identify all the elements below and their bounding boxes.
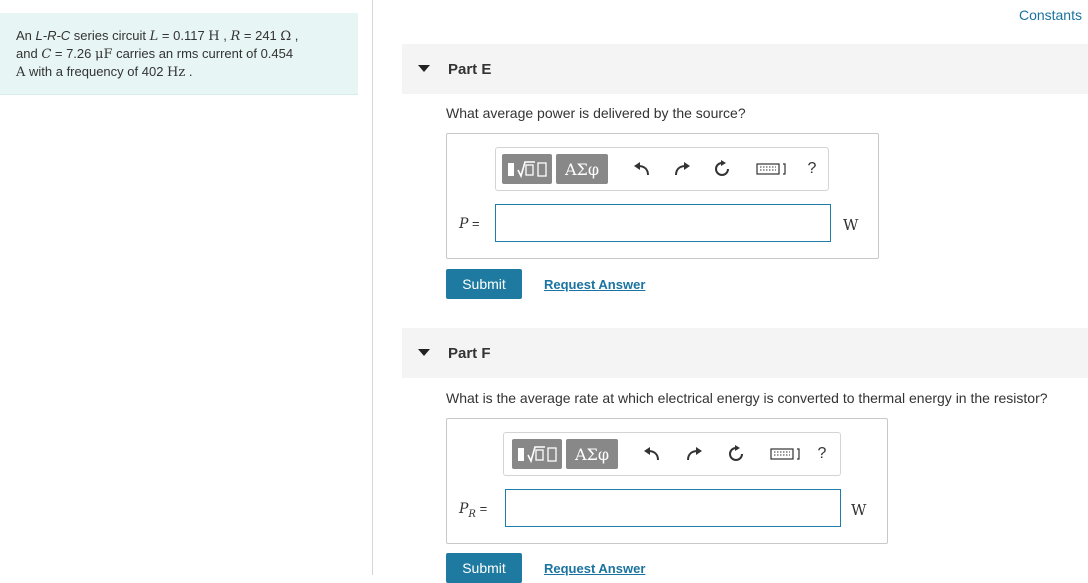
problem-line-2: and C = 7.26 μF carries an rms current o… bbox=[16, 46, 294, 62]
reset-icon[interactable] bbox=[724, 442, 748, 466]
part-e-math-toolbar: ΑΣφ ? bbox=[495, 147, 829, 191]
part-e-answer-input[interactable] bbox=[495, 204, 831, 242]
template-icon bbox=[508, 161, 547, 179]
undo-icon[interactable] bbox=[630, 157, 654, 181]
template-button[interactable] bbox=[512, 439, 562, 469]
panel-divider bbox=[372, 0, 373, 575]
help-icon[interactable]: ? bbox=[810, 442, 834, 466]
part-f-variable-label: PR = bbox=[459, 501, 488, 520]
part-e-question: What average power is delivered by the s… bbox=[446, 105, 746, 121]
part-e-answer-box: ΑΣφ ? P = W bbox=[446, 133, 879, 259]
redo-icon[interactable] bbox=[670, 157, 694, 181]
collapse-triangle-icon[interactable] bbox=[418, 349, 430, 356]
part-f-answer-input[interactable] bbox=[505, 489, 841, 527]
circuit-type: L-R-C bbox=[35, 28, 71, 43]
collapse-triangle-icon[interactable] bbox=[418, 65, 430, 72]
problem-line-1: An L-R-C series circuit L = 0.117 H , R … bbox=[16, 28, 299, 44]
greek-symbols-button[interactable]: ΑΣφ bbox=[566, 439, 618, 469]
reset-icon[interactable] bbox=[710, 157, 734, 181]
part-e-title: Part E bbox=[448, 61, 492, 78]
help-icon[interactable]: ? bbox=[800, 157, 824, 181]
part-f-answer-box: ΑΣφ ? PR = W bbox=[446, 418, 888, 544]
greek-symbols-button[interactable]: ΑΣφ bbox=[556, 154, 608, 184]
part-f-header[interactable]: Part F bbox=[402, 328, 1088, 378]
part-e-request-answer-link[interactable]: Request Answer bbox=[544, 277, 645, 292]
part-f-math-toolbar: ΑΣφ ? bbox=[503, 432, 841, 476]
problem-statement: An L-R-C series circuit L = 0.117 H , R … bbox=[0, 13, 358, 95]
problem-line-3: A with a frequency of 402 Hz . bbox=[16, 64, 193, 80]
part-e-variable-label: P = bbox=[459, 216, 480, 232]
part-f-unit: W bbox=[851, 501, 867, 519]
part-f-submit-button[interactable]: Submit bbox=[446, 553, 522, 583]
part-f-request-answer-link[interactable]: Request Answer bbox=[544, 561, 645, 576]
template-icon bbox=[518, 446, 557, 464]
keyboard-icon[interactable] bbox=[768, 442, 804, 466]
constants-link[interactable]: Constants bbox=[1019, 7, 1082, 23]
template-button[interactable] bbox=[502, 154, 552, 184]
part-f-title: Part F bbox=[448, 345, 491, 362]
part-e-header[interactable]: Part E bbox=[402, 44, 1088, 94]
keyboard-icon[interactable] bbox=[754, 157, 790, 181]
part-e-submit-button[interactable]: Submit bbox=[446, 269, 522, 299]
part-e-unit: W bbox=[843, 216, 859, 234]
undo-icon[interactable] bbox=[640, 442, 664, 466]
redo-icon[interactable] bbox=[682, 442, 706, 466]
part-f-question: What is the average rate at which electr… bbox=[446, 390, 1048, 406]
